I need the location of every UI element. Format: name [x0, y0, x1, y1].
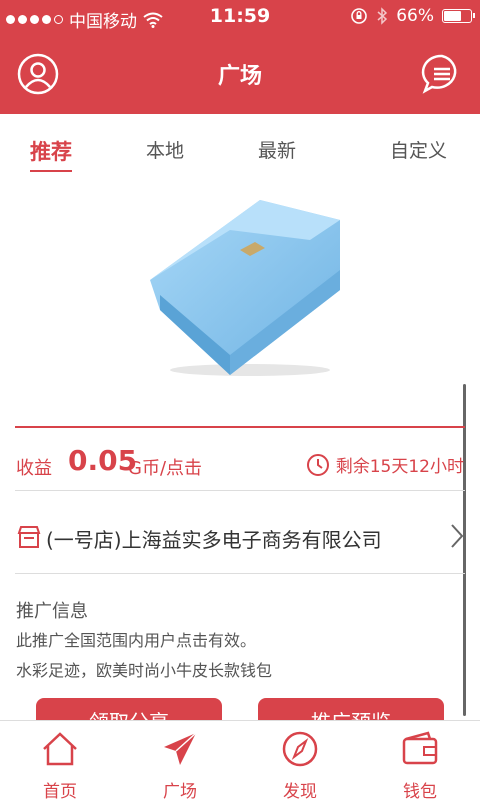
page-title: 广场: [217, 64, 262, 89]
divider: [15, 573, 465, 574]
bluetooth-icon: [377, 7, 388, 25]
earnings-label: 收益: [16, 458, 52, 479]
time-remaining: 剩余15天12小时: [306, 452, 464, 477]
tab-latest[interactable]: 最新: [258, 136, 296, 163]
chevron-right-icon: [451, 524, 464, 548]
tab-label: 首页: [43, 782, 77, 800]
store-name: (一号店)上海益实多电子商务有限公司: [46, 528, 382, 552]
bottom-tab-bar: 首页 广场 发现 钱包: [0, 720, 480, 800]
promo-line: 此推广全国范围内用户点击有效。: [16, 631, 257, 650]
earnings-row: 收益 0.05 G币/点击 剩余15天12小时: [16, 444, 466, 480]
top-header: 中国移动 11:59 66% 广场: [0, 0, 480, 114]
tab-label: 广场: [163, 782, 197, 800]
status-bar: 中国移动 11:59 66%: [0, 0, 480, 34]
rotation-lock-icon: [351, 8, 368, 24]
store-icon: [17, 526, 41, 548]
divider: [15, 490, 465, 491]
tab-recommend[interactable]: 推荐: [30, 136, 72, 172]
promo-line: 水彩足迹，欧美时尚小牛皮长款钱包: [16, 661, 273, 680]
wallet-image[interactable]: [140, 180, 350, 380]
tab-local[interactable]: 本地: [146, 136, 184, 163]
tab-discover[interactable]: 发现: [240, 721, 360, 800]
battery-icon: [442, 9, 475, 23]
status-right: 66%: [350, 6, 475, 26]
time-remaining-text: 剩余15天12小时: [335, 457, 464, 477]
tab-home[interactable]: 首页: [0, 721, 120, 800]
tab-label: 钱包: [403, 782, 437, 800]
message-icon: [421, 54, 457, 94]
store-row[interactable]: (一号店)上海益实多电子商务有限公司: [16, 514, 466, 558]
wallet-icon: [402, 731, 438, 765]
battery-fill: [444, 11, 462, 21]
tab-custom[interactable]: 自定义: [390, 136, 447, 163]
category-tabs: 推荐 本地 最新 自定义: [0, 114, 480, 184]
nav-bar: 广场: [0, 34, 480, 114]
tab-wallet[interactable]: 钱包: [360, 721, 480, 800]
battery-percent: 66%: [396, 6, 434, 26]
divider-accent: [15, 426, 465, 428]
clock-icon: [306, 453, 329, 476]
compass-icon: [282, 731, 318, 767]
earnings-unit: G币/点击: [128, 458, 203, 479]
paper-plane-icon: [164, 732, 197, 765]
earnings-value: 0.05: [68, 444, 138, 477]
message-button[interactable]: [420, 52, 464, 96]
promo-title: 推广信息: [16, 601, 88, 622]
tab-label: 发现: [283, 782, 317, 800]
tab-square[interactable]: 广场: [120, 721, 240, 800]
home-icon: [43, 732, 77, 766]
